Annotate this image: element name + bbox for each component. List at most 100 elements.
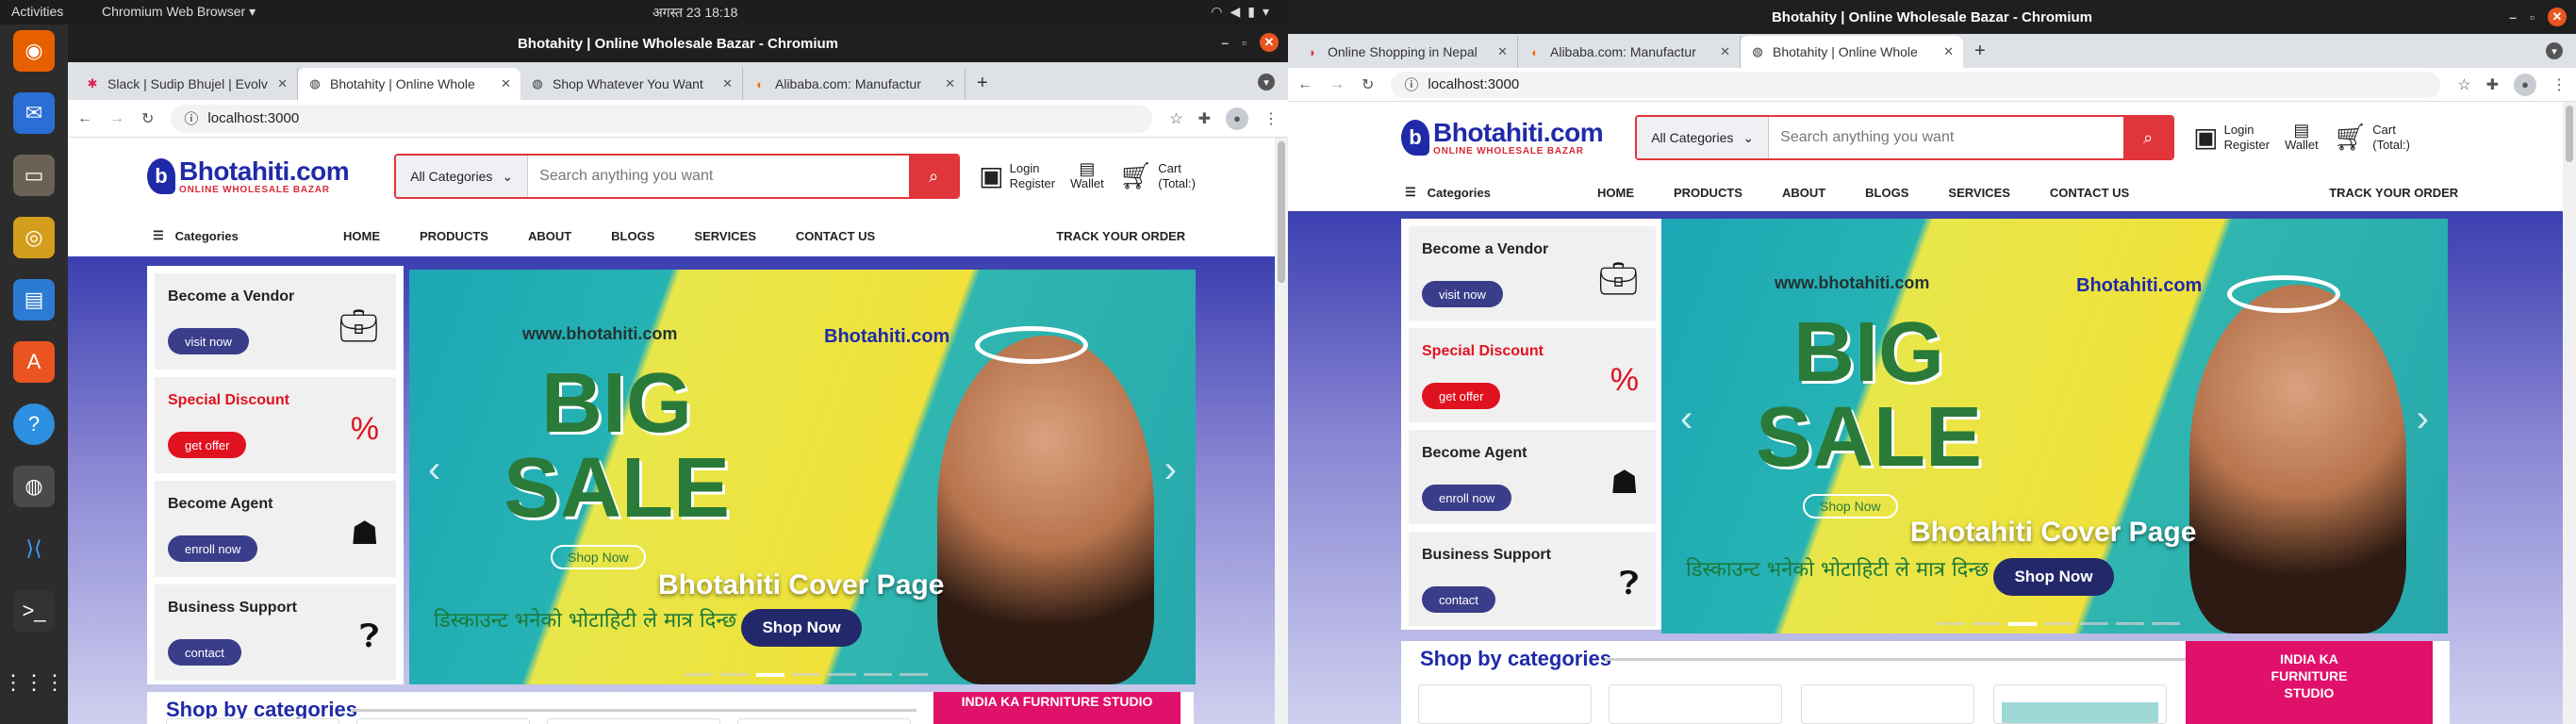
- chromium-icon[interactable]: ◍: [13, 466, 55, 507]
- close-icon[interactable]: ✕: [2548, 8, 2567, 26]
- clock[interactable]: अगस्त 23 18:18: [652, 4, 737, 22]
- prev-slide-icon[interactable]: ‹: [428, 449, 440, 491]
- nav-blogs[interactable]: BLOGS: [1865, 186, 1908, 200]
- track-order-link[interactable]: TRACK YOUR ORDER: [2329, 186, 2458, 200]
- carousel-dot[interactable]: [2152, 622, 2180, 625]
- nav-services[interactable]: SERVICES: [1948, 186, 2010, 200]
- category-card[interactable]: [1801, 684, 1974, 724]
- next-slide-icon[interactable]: ›: [2417, 398, 2429, 440]
- shop-now-button[interactable]: Shop Now: [741, 609, 862, 647]
- visit-now-button[interactable]: visit now: [168, 328, 249, 354]
- tab-close-icon[interactable]: ✕: [1720, 44, 1730, 59]
- carousel-dot[interactable]: [2080, 622, 2108, 625]
- tab-close-icon[interactable]: ✕: [1943, 44, 1954, 59]
- help-icon[interactable]: ?: [13, 403, 55, 445]
- nav-about[interactable]: ABOUT: [528, 229, 571, 243]
- next-slide-icon[interactable]: ›: [1164, 449, 1177, 491]
- track-order-link[interactable]: TRACK YOUR ORDER: [1056, 229, 1185, 243]
- register-link[interactable]: Register: [2224, 138, 2270, 152]
- maximize-icon[interactable]: ▫: [2530, 9, 2535, 25]
- search-input[interactable]: [528, 156, 910, 197]
- reload-icon[interactable]: ↻: [141, 109, 154, 128]
- category-select[interactable]: All Categories ⌄: [396, 156, 529, 197]
- cart-link[interactable]: 🛒︎ Cart (Total:): [2334, 123, 2410, 153]
- back-icon[interactable]: ←: [1297, 76, 1313, 93]
- menu-icon[interactable]: ⋮: [2551, 75, 2567, 94]
- profile-icon[interactable]: ●: [1226, 107, 1248, 130]
- scrollbar-thumb[interactable]: [2566, 106, 2573, 162]
- address-bar[interactable]: ⓘ localhost:3000: [171, 104, 1153, 133]
- tab-shopping-nepal[interactable]: ◗ Online Shopping in Nepal ✕: [1296, 36, 1518, 68]
- nav-about[interactable]: ABOUT: [1782, 186, 1825, 200]
- system-tray[interactable]: ◠◀▮▾: [1211, 4, 1277, 20]
- login-link[interactable]: Login: [2224, 123, 2254, 137]
- nav-products[interactable]: PRODUCTS: [420, 229, 488, 243]
- thunderbird-icon[interactable]: ✉: [13, 92, 55, 134]
- close-icon[interactable]: ✕: [1260, 33, 1279, 52]
- search-input[interactable]: [1769, 117, 2124, 158]
- tab-search-icon[interactable]: ▾: [2546, 42, 2563, 59]
- carousel-dot[interactable]: [828, 673, 856, 676]
- activities-button[interactable]: Activities: [11, 4, 63, 19]
- hero-banner[interactable]: www.bhotahiti.com BIG SALE Bhotahiti.com…: [409, 270, 1196, 684]
- carousel-dot-active[interactable]: [756, 673, 784, 677]
- tab-alibaba[interactable]: ◐ Alibaba.com: Manufactur ✕: [1518, 36, 1741, 68]
- tab-shop[interactable]: ◍ Shop Whatever You Want ✕: [520, 68, 743, 100]
- terminal-icon[interactable]: >_: [13, 590, 55, 632]
- visit-now-button[interactable]: visit now: [1422, 281, 1503, 307]
- minimize-icon[interactable]: –: [1221, 35, 1229, 50]
- get-offer-button[interactable]: get offer: [1422, 383, 1501, 409]
- furniture-promo[interactable]: INDIA KA FURNITURE STUDIO: [2186, 641, 2433, 724]
- nav-blogs[interactable]: BLOGS: [611, 229, 654, 243]
- contact-button[interactable]: contact: [168, 639, 241, 666]
- category-card[interactable]: [1418, 684, 1592, 724]
- tab-close-icon[interactable]: ✕: [501, 76, 511, 91]
- carousel-dot[interactable]: [792, 673, 820, 676]
- tab-close-icon[interactable]: ✕: [945, 76, 955, 91]
- forward-icon[interactable]: →: [109, 110, 124, 127]
- scrollbar[interactable]: [2563, 102, 2576, 724]
- category-card[interactable]: [1609, 684, 1782, 724]
- maximize-icon[interactable]: ▫: [1242, 35, 1247, 50]
- new-tab-button[interactable]: +: [966, 73, 999, 100]
- menu-icon[interactable]: ⋮: [1263, 109, 1279, 128]
- carousel-dot[interactable]: [1973, 622, 2001, 625]
- cart-link[interactable]: 🛒︎ Cart (Total:): [1119, 161, 1196, 191]
- carousel-dot-active[interactable]: [2008, 622, 2037, 626]
- enroll-now-button[interactable]: enroll now: [1422, 485, 1512, 511]
- tab-close-icon[interactable]: ✕: [1497, 44, 1508, 59]
- categories-button[interactable]: ☰ Categories: [153, 228, 343, 243]
- category-card[interactable]: [1993, 684, 2167, 724]
- enroll-now-button[interactable]: enroll now: [168, 535, 258, 562]
- address-bar[interactable]: ⓘ localhost:3000: [1391, 71, 2441, 98]
- login-register[interactable]: ▣ Login Register: [979, 161, 1055, 191]
- tab-slack[interactable]: ✱ Slack | Sudip Bhujel | Evolv ✕: [75, 68, 298, 100]
- wallet-link[interactable]: ▤ Wallet: [1070, 160, 1104, 191]
- category-card[interactable]: [166, 718, 339, 724]
- minimize-icon[interactable]: –: [2509, 9, 2517, 25]
- bookmark-star-icon[interactable]: ☆: [1169, 109, 1182, 128]
- get-offer-button[interactable]: get offer: [168, 432, 247, 458]
- categories-button[interactable]: ☰ Categories: [1405, 185, 1597, 200]
- new-tab-button[interactable]: +: [1963, 41, 1997, 68]
- site-logo[interactable]: b Bhotahiti.com ONLINE WHOLESALE BAZAR: [147, 157, 350, 195]
- scrollbar-thumb[interactable]: [1278, 141, 1285, 283]
- hero-banner[interactable]: www.bhotahiti.com BIG SALE Bhotahiti.com…: [1661, 219, 2448, 634]
- tab-alibaba[interactable]: ◐ Alibaba.com: Manufactur ✕: [743, 68, 966, 100]
- carousel-dot[interactable]: [864, 673, 892, 676]
- site-logo[interactable]: b Bhotahiti.com ONLINE WHOLESALE BAZAR: [1401, 119, 1604, 156]
- nav-services[interactable]: SERVICES: [694, 229, 756, 243]
- back-icon[interactable]: ←: [77, 110, 92, 127]
- search-button[interactable]: ⌕: [909, 156, 959, 197]
- apps-grid-icon[interactable]: ⋮⋮⋮: [3, 662, 65, 703]
- files-icon[interactable]: ▭: [13, 155, 55, 196]
- nav-products[interactable]: PRODUCTS: [1674, 186, 1742, 200]
- tab-close-icon[interactable]: ✕: [722, 76, 733, 91]
- writer-icon[interactable]: ▤: [13, 279, 55, 321]
- carousel-dot[interactable]: [1937, 622, 1965, 625]
- nav-home[interactable]: HOME: [343, 229, 380, 243]
- nav-contact[interactable]: CONTACT US: [796, 229, 875, 243]
- register-link[interactable]: Register: [1010, 176, 1055, 190]
- category-card[interactable]: [737, 718, 911, 724]
- furniture-promo[interactable]: INDIA KA FURNITURE STUDIO: [933, 692, 1181, 724]
